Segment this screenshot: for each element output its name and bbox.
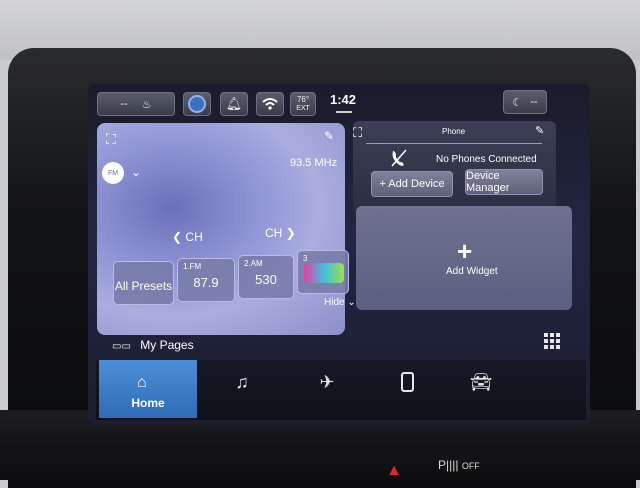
preset-3[interactable]: 3 [297, 250, 349, 294]
nav-phone[interactable] [392, 372, 422, 397]
seat-value: -- [120, 98, 128, 110]
preset-1-value: 87.9 [193, 275, 219, 290]
driver-assist-icon [188, 95, 206, 113]
nav-home[interactable]: ⌂ Home [99, 360, 197, 418]
source-label: FM [107, 169, 119, 177]
phone-status: No Phones Connected [436, 154, 537, 165]
ch-prev-label: CH [185, 230, 203, 244]
chevron-right-icon: ❯ [285, 226, 296, 240]
device-manager-label: Device Manager [466, 170, 510, 194]
hide-button[interactable]: Hide ⌄ [324, 297, 356, 308]
hide-label: Hide [324, 297, 345, 308]
plus-icon: + [457, 236, 473, 266]
frequency: 93.5 MHz [290, 157, 338, 169]
expand-icon[interactable]: ⛶ [106, 131, 116, 148]
outside-temp-display: 76° EXT [290, 92, 316, 116]
add-device-button[interactable]: + Add Device [371, 171, 453, 197]
wifi-button[interactable] [256, 92, 284, 116]
driver-assist-button[interactable] [183, 92, 211, 116]
all-presets-button[interactable]: All Presets [113, 261, 174, 305]
ch-prev-button[interactable]: ❮ CH [172, 230, 203, 244]
seat-heat-control[interactable]: -- ♨ [97, 92, 175, 116]
moon-icon: ☾ [512, 96, 523, 109]
phone-divider [366, 143, 542, 144]
wifi-icon [262, 98, 278, 110]
my-pages-button[interactable]: ▭▭ My Pages [112, 338, 194, 352]
night-mode-control[interactable]: ☾ -- [503, 90, 547, 114]
nav-media[interactable]: ♫ [227, 372, 257, 393]
climate-icon: ✈ [319, 372, 335, 392]
nav-vehicle[interactable]: 🚘︎ [466, 372, 496, 393]
edit-icon[interactable]: ✎ [535, 124, 544, 137]
my-pages-label: My Pages [140, 338, 194, 352]
pages-icon: ▭▭ [112, 341, 131, 352]
no-phone-icon [391, 149, 407, 167]
bell-icon: 🔔︎ [225, 96, 243, 111]
ch-next-label: CH [265, 226, 283, 240]
clock-underline [336, 111, 352, 113]
edit-icon[interactable]: ✎ [324, 129, 334, 143]
music-icon: ♫ [235, 372, 249, 392]
right-value: -- [530, 96, 538, 108]
hazard-icon[interactable]: ▲ [383, 461, 405, 480]
preset-3-num: 3 [303, 254, 308, 263]
device-manager-button[interactable]: Device Manager [465, 169, 543, 195]
source-badge[interactable]: FM [102, 162, 124, 184]
ch-next-button[interactable]: CH ❯ [265, 226, 296, 240]
apps-grid-icon [544, 333, 560, 349]
car-icon: 🚘︎ [469, 372, 493, 392]
chevron-down-icon[interactable]: ⌄ [131, 165, 141, 179]
park-assist-off-button[interactable]: P|||| OFF [438, 458, 480, 472]
heated-seat-icon: ♨ [141, 98, 152, 111]
expand-icon[interactable]: ⛶ [353, 125, 362, 141]
home-label: Home [131, 396, 165, 410]
nav-apps[interactable] [537, 333, 567, 354]
station-logo [304, 263, 344, 283]
add-device-label: + Add Device [379, 178, 445, 190]
nav-climate[interactable]: ✈ [312, 372, 342, 393]
preset-2[interactable]: 2.AM 530 [238, 255, 294, 299]
preset-1[interactable]: 1.FM 87.9 [177, 258, 235, 302]
outside-label: EXT [296, 105, 310, 112]
home-icon: ⌂ [137, 374, 147, 391]
chevron-down-icon: ⌄ [347, 297, 356, 308]
phone-title: Phone [442, 127, 466, 136]
notifications-button[interactable]: 🔔︎ [220, 92, 248, 116]
clock: 1:42 [330, 92, 357, 107]
chevron-left-icon: ❮ [172, 230, 183, 244]
outside-temp: 76° [296, 95, 310, 104]
all-presets-label: All Presets [114, 279, 173, 293]
add-widget-label: Add Widget [446, 266, 498, 277]
preset-1-num: 1.FM [183, 262, 202, 271]
preset-2-value: 530 [255, 272, 277, 287]
phone-icon [400, 372, 414, 392]
preset-2-num: 2.AM [244, 259, 263, 268]
